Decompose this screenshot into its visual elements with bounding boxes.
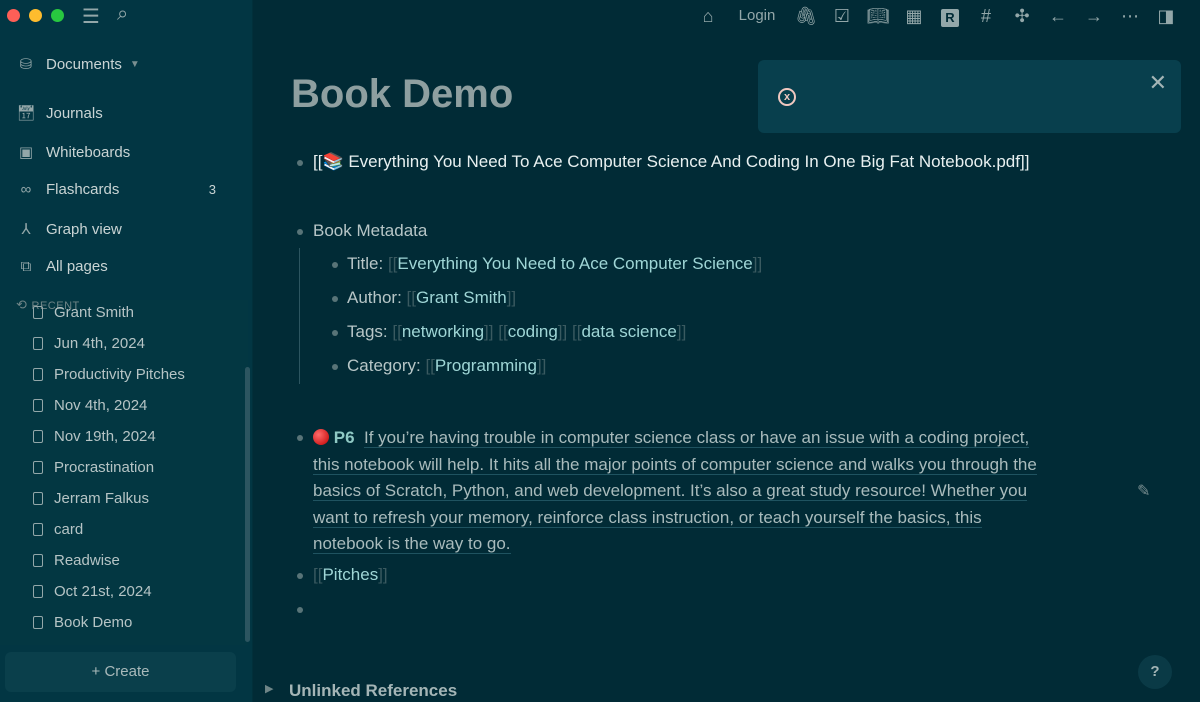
block-bullet[interactable] [332, 364, 338, 370]
puzzle-icon[interactable]: ✣ [1004, 4, 1040, 28]
pages-icon: ⧉ [16, 258, 36, 275]
title-property: Title: [[Everything You Need to Ace Comp… [347, 254, 762, 274]
menu-icon[interactable]: ☰ [82, 4, 100, 29]
recent-item[interactable]: Nov 4th, 2024 [33, 397, 147, 414]
recent-item[interactable]: Grant Smith [33, 304, 134, 321]
pitches-block: [[Pitches]] [313, 565, 388, 585]
search-icon[interactable]: ⌕ [117, 3, 128, 26]
pitches-link[interactable]: Pitches [322, 565, 378, 584]
history-icon: ⟲ [16, 297, 32, 312]
recent-item[interactable]: Nov 19th, 2024 [33, 428, 156, 445]
unlinked-references-toggle[interactable]: Unlinked References [289, 681, 457, 701]
page-icon [33, 368, 43, 381]
category-property: Category: [[Programming]] [347, 356, 546, 376]
chevron-down-icon: ▼ [130, 59, 140, 70]
block-bullet[interactable] [332, 330, 338, 336]
title-link[interactable]: Everything You Need to Ace Computer Scie… [397, 254, 752, 273]
recent-item[interactable]: Procrastination [33, 459, 154, 476]
top-toolbar: ⌂ Login 🖇︎ ☑ 📖︎ ▦ R # ✣ ← → ⋯ ◨ [690, 4, 1184, 28]
checkbox-icon[interactable]: ☑ [824, 4, 860, 28]
infinity-icon: ∞ [16, 181, 36, 198]
page-icon [33, 306, 43, 319]
empty-block-bullet[interactable] [297, 607, 303, 613]
page-icon [33, 337, 43, 350]
sidebar-item-journals[interactable]: 📅︎Journals [16, 104, 216, 122]
whiteboard-icon: ▣ [16, 143, 36, 161]
page-icon [33, 616, 43, 629]
sidebar-item-all-pages[interactable]: ⧉All pages [16, 258, 216, 275]
book-icon[interactable]: 📖︎ [860, 4, 896, 28]
recent-item[interactable]: Productivity Pitches [33, 366, 185, 383]
page-icon [33, 523, 43, 536]
page-icon [33, 585, 43, 598]
category-link[interactable]: Programming [435, 356, 537, 375]
tags-property: Tags: [[networking]] [[coding]] [[data s… [347, 322, 686, 342]
author-link[interactable]: Grant Smith [416, 288, 507, 307]
calendar-icon[interactable]: ▦ [896, 4, 932, 28]
notification: x ✕ [758, 60, 1181, 133]
hashtag-icon[interactable]: # [968, 4, 1004, 28]
minimize-window-button[interactable] [29, 9, 42, 22]
home-icon[interactable]: ⌂ [690, 4, 726, 28]
forward-arrow-icon[interactable]: → [1076, 4, 1112, 28]
tag-link[interactable]: coding [508, 322, 558, 341]
block-bullet[interactable] [332, 262, 338, 268]
block-bullet[interactable] [332, 296, 338, 302]
recent-item[interactable]: Jun 4th, 2024 [33, 335, 145, 352]
recent-item[interactable]: Oct 21st, 2024 [33, 583, 152, 600]
left-sidebar: ☰ ⌕ ⛁Documents▼ 📅︎Journals ▣Whiteboards … [0, 0, 253, 702]
help-button[interactable]: ? [1138, 655, 1172, 689]
error-icon: x [778, 88, 796, 106]
right-sidebar-toggle-icon[interactable]: ◨ [1148, 4, 1184, 28]
maximize-window-button[interactable] [51, 9, 64, 22]
red-circle-icon [313, 429, 329, 445]
page-number-tag[interactable]: P6 [334, 428, 355, 447]
page-title: Book Demo [291, 72, 513, 117]
recent-item[interactable]: Book Demo [33, 614, 132, 631]
block-bullet[interactable] [297, 573, 303, 579]
create-button[interactable]: + Create [5, 652, 236, 692]
readwise-icon[interactable]: R [932, 4, 968, 28]
tag-link[interactable]: networking [402, 322, 484, 341]
page-icon [33, 554, 43, 567]
sidebar-item-whiteboards[interactable]: ▣Whiteboards [16, 143, 216, 161]
children-guide [299, 248, 300, 384]
recent-item[interactable]: Jerram Falkus [33, 490, 149, 507]
tag-link[interactable]: data science [581, 322, 676, 341]
block-bullet[interactable] [297, 435, 303, 441]
whiteboard-icon [33, 461, 43, 474]
close-icon[interactable]: ✕ [1149, 70, 1167, 96]
login-button[interactable]: Login [726, 4, 788, 28]
graph-selector[interactable]: ⛁Documents▼ [16, 55, 216, 73]
sidebar-item-graph-view[interactable]: ⅄Graph view [16, 220, 216, 238]
block-bullet[interactable] [297, 229, 303, 235]
author-property: Author: [[Grant Smith]] [347, 288, 516, 308]
whiteboard-icon [33, 492, 43, 505]
metadata-block[interactable]: Book Metadata [313, 221, 427, 241]
graph-icon: ⅄ [16, 220, 36, 238]
close-window-button[interactable] [7, 9, 20, 22]
back-arrow-icon[interactable]: ← [1040, 4, 1076, 28]
caret-right-icon[interactable]: ▶ [265, 682, 273, 695]
recent-item[interactable]: Readwise [33, 552, 120, 569]
page-icon [33, 430, 43, 443]
highlight-block[interactable]: P6 If you’re having trouble in computer … [313, 425, 1133, 558]
edit-pencil-icon[interactable]: ✎ [1137, 481, 1150, 501]
calendar-icon: 📅︎ [16, 104, 36, 122]
page-icon [33, 399, 43, 412]
block-bullet[interactable] [297, 160, 303, 166]
sidebar-scrollbar[interactable] [245, 367, 250, 642]
pdf-link-block[interactable]: [[📚 Everything You Need To Ace Computer … [313, 152, 1029, 172]
database-icon: ⛁ [16, 55, 36, 73]
sidebar-item-flashcards[interactable]: ∞Flashcards3 [16, 181, 216, 198]
paperclip-icon[interactable]: 🖇︎ [788, 4, 824, 28]
recent-item[interactable]: card [33, 521, 83, 538]
flashcards-count: 3 [209, 182, 216, 197]
more-icon[interactable]: ⋯ [1112, 4, 1148, 28]
